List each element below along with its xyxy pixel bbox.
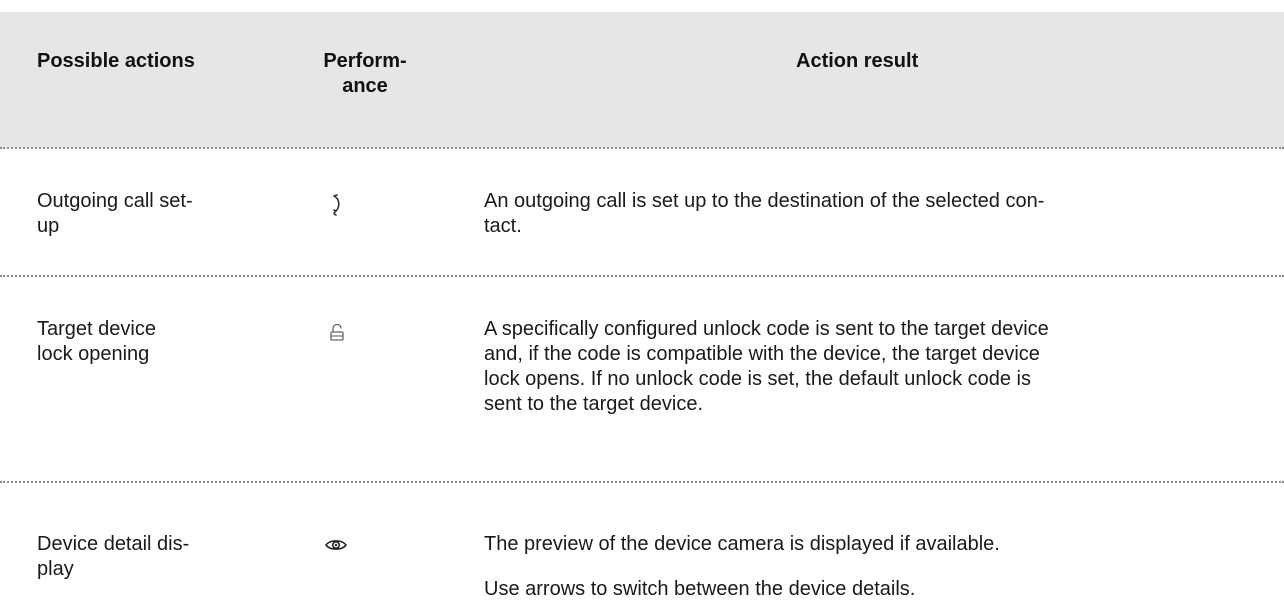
unlock-icon[interactable] — [329, 323, 345, 348]
result-outgoing-call: An outgoing call is set up to the destin… — [484, 189, 1264, 239]
result-line: and, if the code is compatible with the … — [484, 343, 1040, 365]
header-action-result: Action result — [796, 49, 918, 74]
result-paragraph: An outgoing call is set up to the destin… — [484, 189, 1264, 239]
eye-icon[interactable] — [324, 537, 348, 558]
action-line: play — [37, 558, 74, 580]
row-divider — [0, 481, 1284, 483]
action-line: lock opening — [37, 343, 150, 365]
action-line: up — [37, 215, 60, 237]
result-line: A specifically configured unlock code is… — [484, 318, 1049, 340]
action-line: Target device — [37, 318, 156, 340]
result-line: tact. — [484, 215, 522, 237]
action-line: Outgoing call set- — [37, 190, 193, 212]
result-line: An outgoing call is set up to the destin… — [484, 190, 1045, 212]
action-outgoing-call: Outgoing call set- up — [37, 189, 193, 239]
result-lock-opening: A specifically configured unlock code is… — [484, 317, 1264, 417]
row-divider — [0, 147, 1284, 149]
action-device-detail: Device detail dis- play — [37, 532, 189, 582]
action-lock-opening: Target device lock opening — [37, 317, 156, 367]
result-device-detail: The preview of the device camera is disp… — [484, 532, 1264, 602]
header-line: Possible actions — [37, 50, 195, 72]
header-performance: Perform- ance — [310, 49, 420, 99]
header-line: ance — [342, 75, 388, 97]
result-paragraph: Use arrows to switch between the device … — [484, 578, 916, 600]
action-line: Device detail dis- — [37, 533, 190, 555]
result-line: sent to the target device. — [484, 393, 704, 415]
row-divider — [0, 275, 1284, 277]
result-line: lock opens. If no unlock code is set, th… — [484, 368, 1031, 390]
header-line: Action result — [796, 50, 919, 72]
header-possible-actions: Possible actions — [37, 49, 195, 74]
table-header — [0, 12, 1284, 148]
result-paragraph: The preview of the device camera is disp… — [484, 533, 1000, 555]
result-paragraph: A specifically configured unlock code is… — [484, 317, 1264, 417]
phone-handset-icon[interactable] — [328, 193, 348, 222]
header-line: Perform- — [323, 50, 407, 72]
